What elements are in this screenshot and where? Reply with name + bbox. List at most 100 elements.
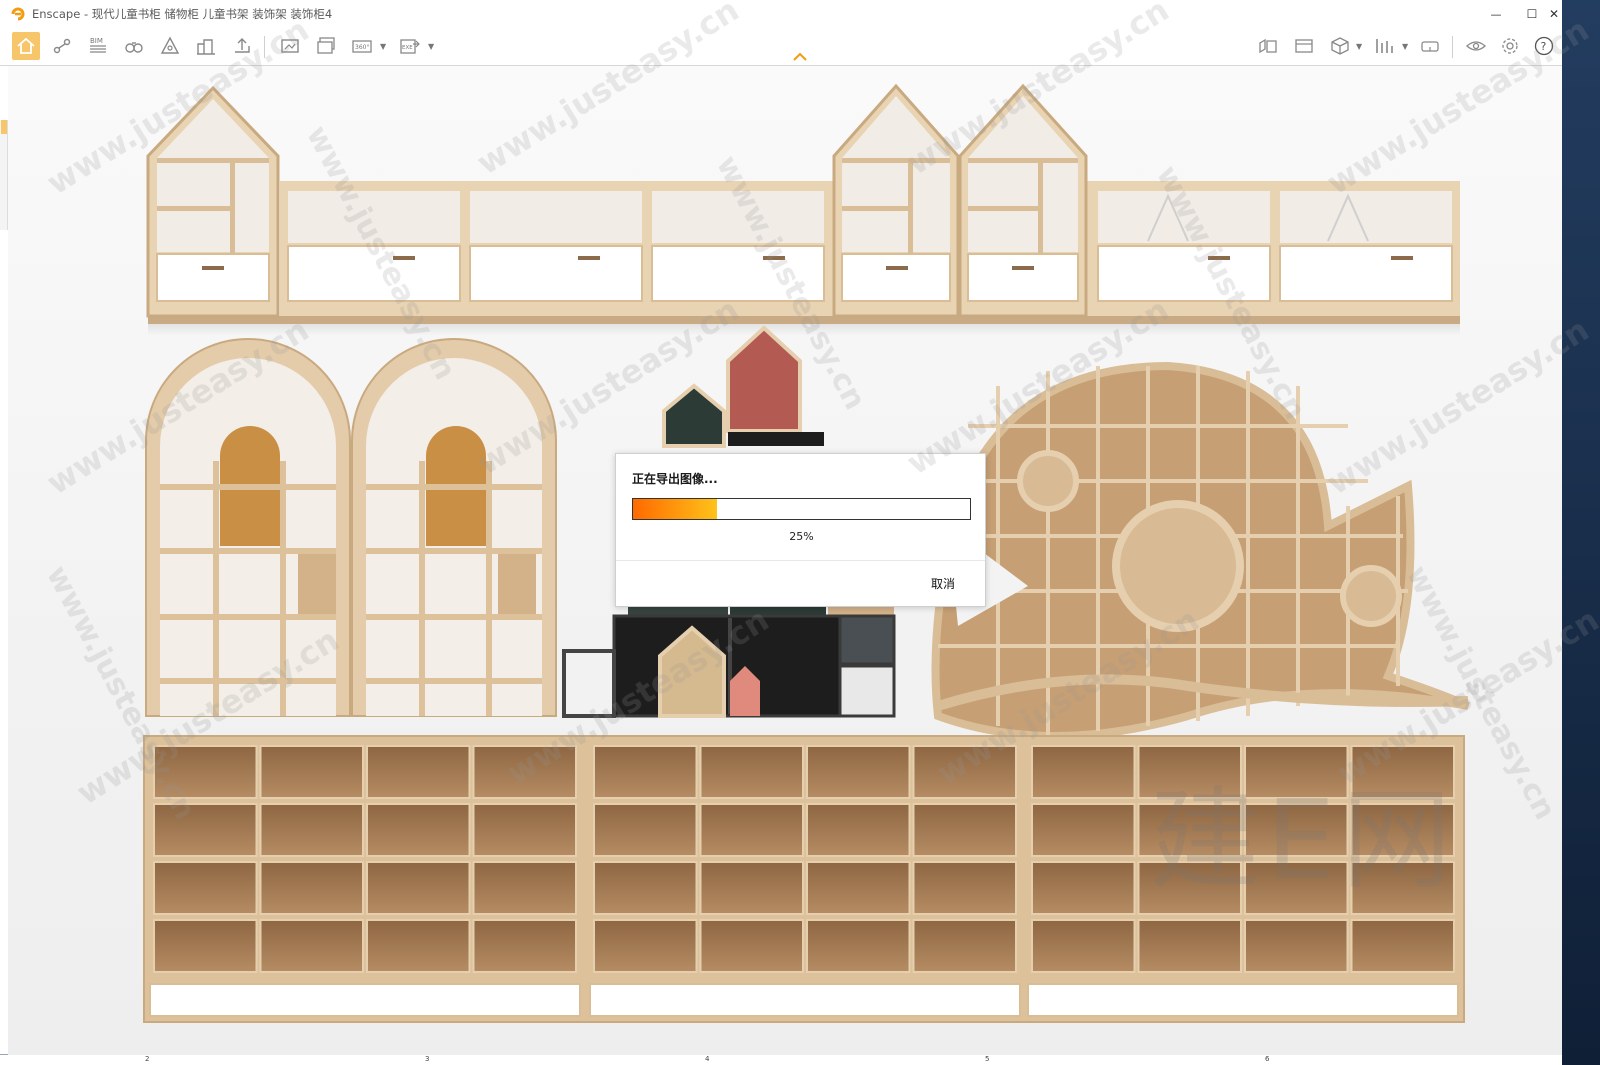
settings-button[interactable] [1496,32,1524,60]
chevron-down-icon[interactable]: ▼ [380,42,386,51]
toolbar-separator [264,36,265,58]
panorama-button[interactable]: 360° [348,32,376,60]
top-wall-bookshelf [146,83,1460,336]
progress-percentage: 25% [789,530,814,543]
help-icon: ? [1534,36,1554,56]
ruler-tick: 2 [145,1055,150,1063]
enscape-app: Enscape - 现代儿童书柜 储物柜 儿童书架 装饰架 装饰柜4 — ☐ ✕… [0,0,1600,1065]
cubby-compartment [153,803,258,857]
cubby-compartment [1137,745,1242,799]
asset-icon [160,36,180,54]
maximize-icon: ☐ [1526,7,1538,21]
cube-button[interactable] [1326,32,1354,60]
cubby-compartment [1350,745,1455,799]
cubby-compartment [472,803,577,857]
panorama-360-icon: 360° [352,40,372,53]
enscape-logo-icon [11,7,25,21]
help-label: ? [1541,40,1547,53]
materials-button[interactable] [156,32,184,60]
export-button[interactable]: EXE [396,32,424,60]
views-button[interactable] [48,32,76,60]
chevron-down-icon[interactable]: ▼ [428,42,434,51]
bim-button[interactable]: BIM [84,32,112,60]
export-exe-icon: EXE [400,39,420,54]
enscape-window: Enscape - 现代儿童书柜 储物柜 儿童书架 装饰架 装饰柜4 — ☐ ✕… [0,0,1562,1055]
whale-shelf [931,361,1470,740]
cubby-compartment [806,861,911,915]
cubby-compartment [699,803,804,857]
cubby-compartment [806,745,911,799]
binoculars-button[interactable] [120,32,148,60]
export-label: EXE [402,45,413,51]
cubby-compartment [593,919,698,973]
binoculars-icon [125,42,143,53]
cubby-compartment [806,803,911,857]
cubby-cabinet [143,735,1465,1023]
dialog-footer: 取消 [616,560,985,606]
cubby-compartment [366,745,471,799]
bottom-ruler: 2 3 4 5 6 [0,1055,1562,1065]
cubby-compartment [699,861,804,915]
screenshot-button[interactable] [276,32,304,60]
arch-cabinets [145,338,557,717]
left-side-panel-edge[interactable] [0,120,8,230]
cubby-compartment [259,861,364,915]
sites-button[interactable] [192,32,220,60]
cubby-compartment [912,919,1017,973]
vr-button[interactable] [1416,32,1444,60]
cubby-compartment [1244,919,1349,973]
batch-render-icon [317,37,335,54]
dialog-title: 正在导出图像... [632,472,718,486]
upload-button[interactable] [228,32,256,60]
visual-settings-icon [1259,38,1277,54]
home-icon [17,37,35,54]
title-bar[interactable]: Enscape - 现代儿童书柜 储物柜 儿童书架 装饰架 装饰柜4 — ☐ ✕ [0,0,1562,28]
capture-icon [1295,39,1313,53]
vr-headset-icon [1421,41,1439,52]
upload-icon [235,38,250,53]
visual-settings-button[interactable] [1254,32,1282,60]
cubby-compartment [912,803,1017,857]
cubby-compartment [1031,745,1136,799]
home-button[interactable] [12,32,40,60]
batch-render-button[interactable] [312,32,340,60]
cubby-compartment [366,861,471,915]
progress-bar-fill [633,499,718,519]
close-button[interactable]: ✕ [1546,0,1562,28]
panorama-label: 360° [355,44,369,51]
visibility-button[interactable] [1462,32,1490,60]
cubby-compartment [1031,919,1136,973]
chevron-down-icon[interactable]: ▼ [1402,42,1408,51]
desktop-background [1560,0,1600,1065]
cubby-compartment [153,745,258,799]
ruler-tick: 5 [985,1055,990,1063]
cubby-compartment [699,745,804,799]
window-title: Enscape - 现代儿童书柜 储物柜 儿童书架 装饰架 装饰柜4 [32,7,333,21]
minimize-icon: — [1490,7,1502,21]
cubby-compartment [259,803,364,857]
export-progress-dialog: 正在导出图像... 25% 取消 [615,453,986,607]
chevron-down-icon[interactable]: ▼ [1356,42,1362,51]
cubby-compartment [366,919,471,973]
help-button[interactable]: ? [1530,32,1558,60]
buildings-icon [197,39,215,55]
cube-icon [1331,37,1349,55]
collapse-toolbar-chevron-icon[interactable] [792,50,808,62]
cubby-compartment [1137,861,1242,915]
eye-icon [1466,41,1486,51]
cubby-compartment [1244,745,1349,799]
ruler-tick: 4 [705,1055,710,1063]
panel-tab-marker [1,120,7,134]
toolbar-separator [1452,36,1453,58]
cancel-button[interactable]: 取消 [931,575,955,592]
graph-button[interactable] [1370,32,1398,60]
cubby-compartment [1137,919,1242,973]
cubby-compartment [912,861,1017,915]
cubby-compartment [1137,803,1242,857]
cubby-compartment [806,919,911,973]
cubby-compartment [593,745,698,799]
graph-icon [1376,39,1393,53]
capture-button[interactable] [1290,32,1318,60]
cubby-compartment [472,919,577,973]
main-toolbar: BIM 360° ▼ EXE ▼ ▼ ▼ ? [0,28,1562,66]
